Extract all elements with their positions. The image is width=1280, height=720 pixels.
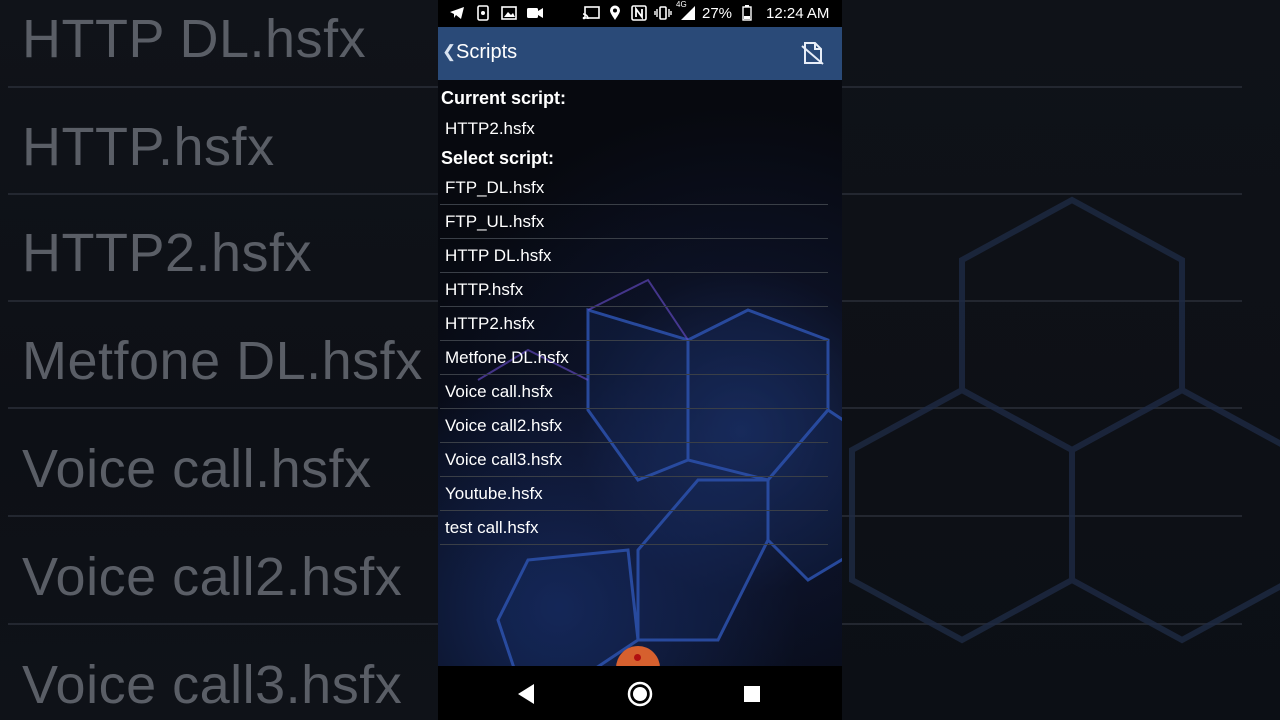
back-chevron-icon[interactable]: ❮ — [442, 42, 456, 62]
background-divider — [8, 86, 438, 88]
script-item-label: Youtube.hsfx — [445, 484, 543, 503]
script-item-label: FTP_DL.hsfx — [445, 178, 545, 197]
home-circle-icon[interactable] — [626, 680, 654, 708]
script-item-label: HTTP2.hsfx — [445, 314, 535, 333]
network-type: 4G — [676, 0, 687, 9]
edit-script-icon[interactable] — [800, 40, 826, 66]
background-text: Voice call2.hsfx — [22, 547, 403, 607]
system-icons: 4G 27% 12:24 AM — [582, 0, 830, 22]
video-camera-icon — [526, 4, 544, 22]
background-divider — [8, 515, 438, 517]
current-script-label: Current script: — [441, 88, 567, 108]
background-divider — [8, 407, 438, 409]
background-divider — [8, 193, 438, 195]
background-divider — [8, 623, 438, 625]
background-text: HTTP.hsfx — [22, 117, 275, 177]
location-icon — [606, 4, 624, 22]
script-item[interactable]: HTTP2.hsfx — [440, 307, 828, 341]
script-item-label: FTP_UL.hsfx — [445, 212, 545, 231]
signal-icon: 4G — [676, 0, 696, 22]
background-text: Metfone DL.hsfx — [22, 331, 423, 391]
navigation-bar — [438, 666, 842, 720]
vibrate-icon — [654, 4, 672, 22]
script-item-label: Voice call3.hsfx — [445, 450, 563, 469]
select-script-label: Select script: — [441, 148, 555, 168]
script-item-label: Voice call2.hsfx — [445, 416, 563, 435]
background-blur-left: HTTP DL.hsfx HTTP.hsfx HTTP2.hsfx Metfon… — [0, 0, 438, 720]
script-list: FTP_DL.hsfx FTP_UL.hsfx HTTP DL.hsfx HTT… — [440, 171, 828, 545]
nfc-icon — [630, 4, 648, 22]
script-item-label: Voice call.hsfx — [445, 382, 553, 401]
script-item-label: test call.hsfx — [445, 518, 539, 537]
script-item[interactable]: FTP_DL.hsfx — [440, 171, 828, 205]
image-icon — [500, 4, 518, 22]
script-item-label: HTTP DL.hsfx — [445, 246, 552, 265]
background-divider — [8, 300, 438, 302]
notification-icons — [448, 4, 544, 22]
status-bar: 4G 27% 12:24 AM — [438, 0, 842, 27]
cast-icon — [582, 4, 600, 22]
recents-square-icon[interactable] — [738, 680, 766, 708]
phone-screen: 4G 27% 12:24 AM ❮ Scripts Current script… — [438, 0, 842, 720]
telegram-icon — [448, 4, 466, 22]
phone-file-icon — [474, 4, 492, 22]
page-title[interactable]: Scripts — [456, 41, 517, 64]
background-text: Voice call.hsfx — [22, 439, 372, 499]
script-item[interactable]: Voice call3.hsfx — [440, 443, 828, 477]
script-item[interactable]: test call.hsfx — [440, 511, 828, 545]
background-text: Voice call3.hsfx — [22, 655, 403, 715]
battery-icon — [738, 4, 756, 22]
script-item[interactable]: Youtube.hsfx — [440, 477, 828, 511]
background-hex-pattern — [849, 196, 1280, 644]
record-dot-icon — [634, 654, 641, 661]
script-item[interactable]: Voice call.hsfx — [440, 375, 828, 409]
script-item-label: Metfone DL.hsfx — [445, 348, 569, 367]
script-item[interactable]: HTTP DL.hsfx — [440, 239, 828, 273]
background-text: HTTP DL.hsfx — [22, 9, 367, 69]
battery-percent: 27% — [702, 4, 733, 22]
background-text: HTTP2.hsfx — [22, 223, 313, 283]
script-item-label: HTTP.hsfx — [445, 280, 524, 299]
background-divider — [842, 86, 1242, 88]
script-item[interactable]: Metfone DL.hsfx — [440, 341, 828, 375]
background-blur-right — [842, 0, 1280, 720]
clock: 12:24 AM — [766, 4, 830, 22]
app-bar: ❮ Scripts — [438, 27, 842, 80]
current-script-value: HTTP2.hsfx — [445, 119, 535, 138]
back-triangle-icon[interactable] — [514, 680, 542, 708]
script-item[interactable]: Voice call2.hsfx — [440, 409, 828, 443]
script-item[interactable]: FTP_UL.hsfx — [440, 205, 828, 239]
script-item[interactable]: HTTP.hsfx — [440, 273, 828, 307]
